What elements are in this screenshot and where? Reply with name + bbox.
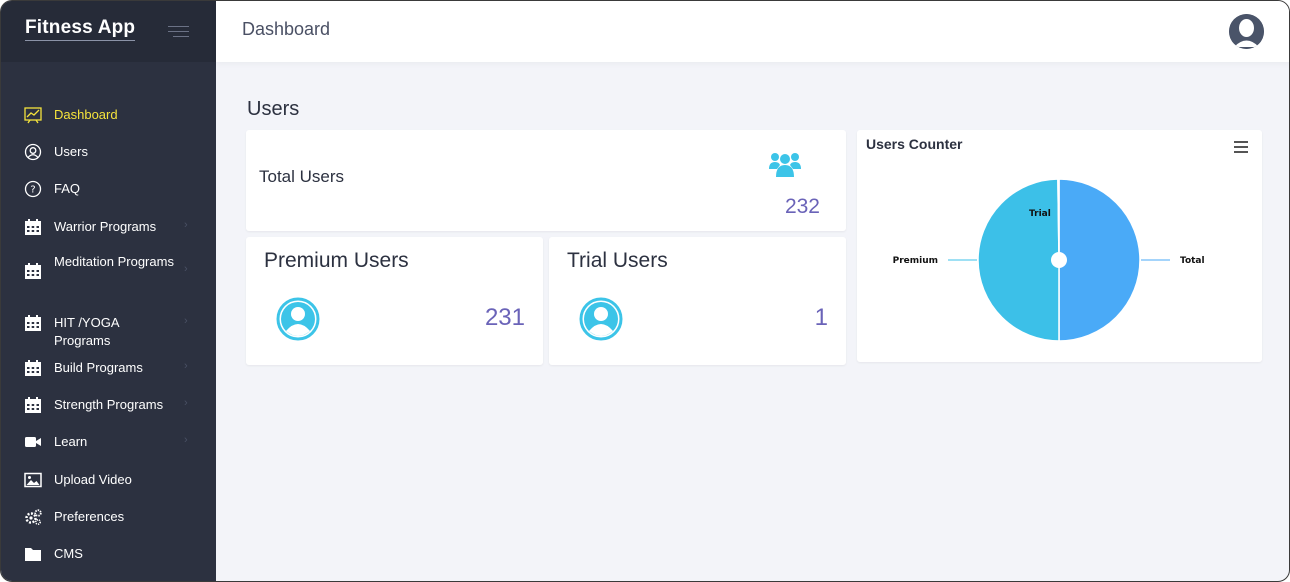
chevron-right-icon: › <box>184 263 188 275</box>
total-users-label: Total Users <box>259 167 345 186</box>
user-circle-icon <box>276 297 320 341</box>
sidebar-item-label: Upload Video <box>54 472 132 487</box>
pie-slice-premium[interactable] <box>977 178 1060 342</box>
svg-text:?: ? <box>30 185 35 196</box>
app-window: Fitness App Dashboard Users? FAQ Warrior Pr… <box>0 0 1290 582</box>
users-group-icon <box>769 153 801 177</box>
pie-center-dot <box>1051 252 1067 268</box>
avatar-icon[interactable] <box>1229 14 1264 49</box>
chevron-right-icon: › <box>184 434 188 446</box>
total-users-value: 232 <box>784 195 820 218</box>
page-title: Dashboard <box>242 19 331 39</box>
sidebar-item-label: Strength Programs <box>54 397 164 412</box>
question-circle-icon: ? <box>24 180 42 198</box>
calendar-icon <box>24 359 42 377</box>
pie-label-premium: Premium <box>893 256 938 266</box>
sidebar-item-label: CMS <box>54 546 83 561</box>
section-title: Users <box>247 98 300 120</box>
chevron-right-icon: › <box>184 397 188 409</box>
sidebar-item-label: Preferences <box>54 509 125 524</box>
chevron-right-icon: › <box>184 219 188 231</box>
sidebar-item-label: FAQ <box>54 181 81 196</box>
sidebar-item-label: Dashboard <box>54 107 118 122</box>
total-users-card: Total Users 232 <box>246 130 846 231</box>
image-icon <box>24 471 42 489</box>
premium-users-card: Premium Users 231 <box>246 237 543 365</box>
sidebar-item-label: Build Programs <box>54 360 143 375</box>
user-circle-icon <box>579 297 623 341</box>
brand-logo[interactable]: Fitness App <box>25 17 136 41</box>
sidebar-item-label: Warrior Programs <box>54 219 157 234</box>
user-circle-icon <box>24 143 42 161</box>
video-camera-icon <box>24 433 42 451</box>
pie-chart: Total Premium Trial <box>893 178 1205 342</box>
premium-users-label: Premium Users <box>264 249 409 272</box>
calendar-icon <box>24 314 42 332</box>
sidebar-item-label: Learn <box>54 434 88 449</box>
trial-users-value: 1 <box>814 304 828 331</box>
gears-icon <box>24 508 42 526</box>
pie-label-total: Total <box>1180 256 1205 266</box>
sidebar-item-label: HIT /YOGA Programs <box>54 315 119 348</box>
calendar-icon <box>24 262 42 280</box>
trial-users-label: Trial Users <box>567 249 668 272</box>
pie-slice-total[interactable] <box>1058 178 1141 342</box>
folder-icon <box>24 545 42 563</box>
sidebar-header: Fitness App <box>1 1 216 62</box>
chevron-right-icon: › <box>184 315 188 327</box>
trial-users-card: Trial Users 1 <box>549 237 846 365</box>
calendar-icon <box>24 218 42 236</box>
sidebar-item-label: Users <box>54 144 88 159</box>
premium-users-value: 231 <box>484 304 525 331</box>
sidebar: Fitness App Dashboard Users? FAQ Warrior Pr… <box>1 1 216 581</box>
chevron-right-icon: › <box>184 360 188 372</box>
top-bar: Dashboard <box>216 1 1289 62</box>
users-counter-chart: Users Counter Total Premium Trial <box>857 130 1262 362</box>
calendar-icon <box>24 396 42 414</box>
menu-toggle-icon[interactable] <box>168 25 189 39</box>
sidebar-item-label: Meditation Programs <box>54 254 174 269</box>
chart-board-icon <box>24 106 42 124</box>
pie-label-trial: Trial <box>1029 209 1051 219</box>
